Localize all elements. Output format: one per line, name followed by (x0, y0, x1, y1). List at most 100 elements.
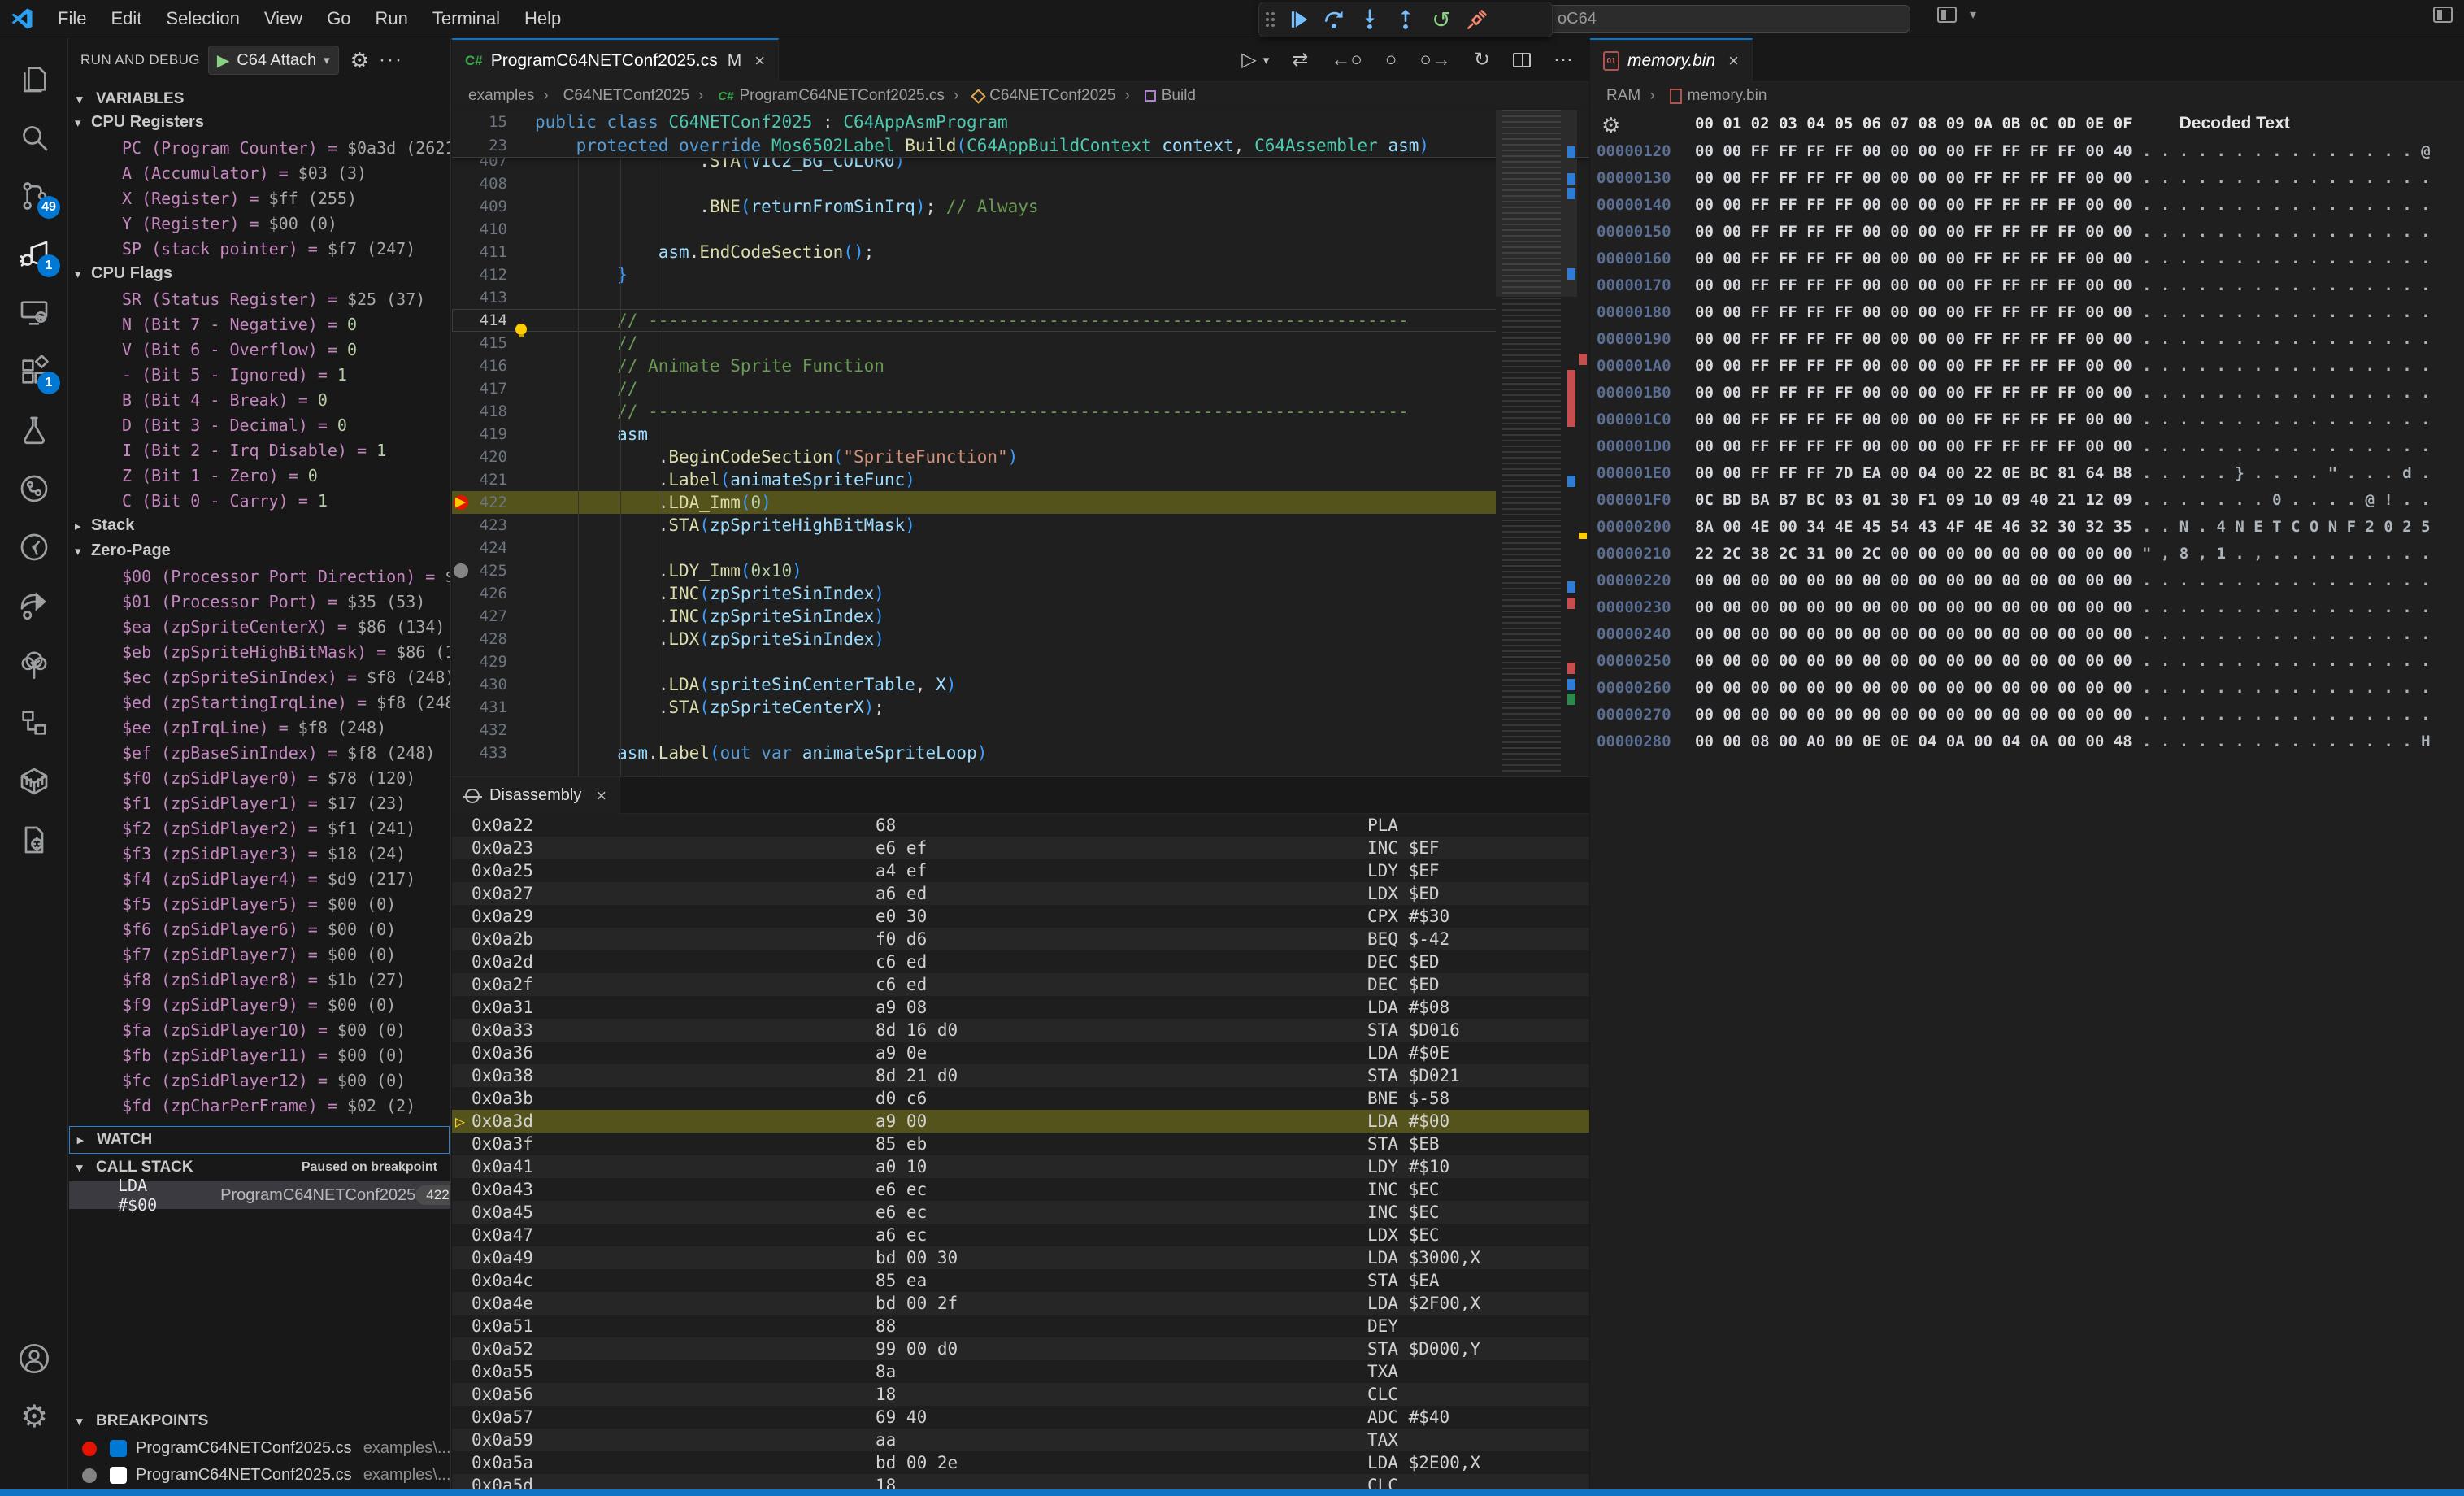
code-line[interactable]: 409 .BNE(returnFromSinIrq); // Always (452, 195, 1589, 218)
disasm-row[interactable]: 0x0a33 8d 16 d0 STA $D016 (452, 1019, 1589, 1042)
code-line[interactable]: 408 (452, 172, 1589, 195)
variable-row[interactable]: ▾ Zero-Page (69, 538, 450, 563)
variable-row[interactable]: $ee (zpIrqLine) = $f8 (248) (69, 715, 450, 740)
variable-row[interactable]: $ec (zpSpriteSinIndex) = $f8 (248) (69, 664, 450, 689)
code-line[interactable]: 433 asm.Label(out var animateSpriteLoop) (452, 741, 1589, 764)
run-dropdown-icon[interactable]: ▾ (1263, 53, 1270, 67)
hex-row[interactable]: 00000170 00 00 FF FF FF FF 00 00 00 00 F… (1590, 272, 2464, 298)
variable-row[interactable]: $fd (zpCharPerFrame) = $02 (2) (69, 1093, 450, 1118)
code-line[interactable]: 418 // ---------------------------------… (452, 400, 1589, 423)
hex-row[interactable]: 00000180 00 00 FF FF FF FF 00 00 00 00 F… (1590, 298, 2464, 325)
variable-row[interactable]: $f8 (zpSidPlayer8) = $1b (27) (69, 967, 450, 992)
disasm-row[interactable]: 0x0a36 a9 0e LDA #$0E (452, 1042, 1589, 1064)
settings-gear-icon[interactable]: ⚙ (0, 1391, 68, 1443)
account-icon[interactable] (0, 1333, 68, 1385)
code-line[interactable]: 417 // (452, 377, 1589, 400)
disasm-row[interactable]: 0x0a56 18 CLC (452, 1383, 1589, 1406)
variable-row[interactable]: Z (Bit 1 - Zero) = 0 (69, 463, 450, 488)
disasm-row[interactable]: 0x0a5d 18 CLC (452, 1474, 1589, 1489)
variable-row[interactable]: $f4 (zpSidPlayer4) = $d9 (217) (69, 866, 450, 891)
minimap[interactable] (1496, 110, 1577, 776)
hex-row[interactable]: 000001C0 00 00 FF FF FF FF 00 00 00 00 F… (1590, 406, 2464, 433)
disasm-row[interactable]: 0x0a59 aa TAX (452, 1429, 1589, 1451)
run-debug-icon[interactable]: 1 (0, 228, 68, 280)
nav-back-circle-icon[interactable]: ←○ (1331, 49, 1362, 72)
hex-row[interactable]: 00000140 00 00 FF FF FF FF 00 00 00 00 F… (1590, 191, 2464, 218)
commit-graph-icon[interactable] (0, 521, 68, 573)
variable-row[interactable]: $f1 (zpSidPlayer1) = $17 (23) (69, 790, 450, 815)
disasm-row[interactable]: 0x0a2d c6 ed DEC $ED (452, 950, 1589, 973)
disasm-row[interactable]: 0x0a4c 85 ea STA $EA (452, 1269, 1589, 1292)
start-debug-icon[interactable]: ▶ (217, 50, 229, 71)
code-line[interactable]: 414 // ---------------------------------… (452, 309, 1589, 332)
container-icon[interactable] (0, 755, 68, 807)
step-over-button[interactable] (1322, 7, 1346, 32)
menu-item[interactable]: Edit (98, 0, 154, 37)
disasm-row[interactable]: 0x0a29 e0 30 CPX #$30 (452, 905, 1589, 928)
code-line[interactable]: 432 (452, 719, 1589, 741)
code-line[interactable]: 415 // (452, 332, 1589, 354)
live-share-icon[interactable] (0, 580, 68, 632)
step-into-button[interactable] (1358, 7, 1382, 32)
hex-row[interactable]: 00000280 00 00 08 00 A0 00 0E 0E 04 0A 0… (1590, 728, 2464, 755)
variable-row[interactable]: SP (stack pointer) = $f7 (247) (69, 236, 450, 261)
hex-row[interactable]: 000001D0 00 00 FF FF FF FF 00 00 00 00 F… (1590, 433, 2464, 459)
disasm-row[interactable]: 0x0a25 a4 ef LDY $EF (452, 859, 1589, 882)
hex-row[interactable]: 000001E0 00 00 FF FF FF 7D EA 00 04 00 2… (1590, 459, 2464, 486)
menu-item[interactable]: View (252, 0, 315, 37)
toolbar-drag-handle[interactable] (1266, 12, 1275, 27)
variables-section-header[interactable]: ▾ VARIABLES (69, 85, 450, 113)
breadcrumb-item[interactable]: ProgramC64NETConf2025.cs (689, 87, 945, 105)
variable-row[interactable]: ▾ CPU Registers (69, 110, 450, 135)
split-editor-icon[interactable] (1513, 53, 1531, 67)
breakpoint-checkbox[interactable] (110, 1440, 127, 1457)
nav-circle-icon[interactable]: ○ (1385, 49, 1397, 72)
disasm-row[interactable]: 0x0a23 e6 ef INC $EF (452, 837, 1589, 859)
restart-button[interactable]: ↺ (1429, 7, 1454, 32)
launch-config-dropdown[interactable]: ▶ C64 Attach ▾ (208, 46, 339, 75)
disasm-row[interactable]: 0x0a2b f0 d6 BEQ $-42 (452, 928, 1589, 950)
code-line[interactable]: 430 .LDA(spriteSinCenterTable, X) (452, 673, 1589, 696)
variable-row[interactable]: V (Bit 6 - Overflow) = 0 (69, 337, 450, 362)
breadcrumb-item[interactable]: C64NETConf2025 (534, 87, 689, 105)
menu-item[interactable]: Selection (154, 0, 252, 37)
variable-row[interactable]: - (Bit 5 - Ignored) = 1 (69, 362, 450, 387)
code-line[interactable]: 423 .STA(zpSpriteHighBitMask) (452, 514, 1589, 537)
compare-icon[interactable]: ⇄ (1292, 48, 1308, 72)
code-line[interactable]: 429 (452, 650, 1589, 673)
todo-tree-icon[interactable] (0, 638, 68, 690)
variable-row[interactable]: $f6 (zpSidPlayer6) = $00 (0) (69, 916, 450, 942)
disasm-row[interactable]: 0x0a38 8d 21 d0 STA $D021 (452, 1064, 1589, 1087)
overview-ruler[interactable] (1577, 110, 1589, 776)
layout-chevron-icon[interactable]: ▾ (1970, 7, 1976, 23)
variable-row[interactable]: A (Accumulator) = $03 (3) (69, 160, 450, 185)
tab-memory-bin[interactable]: 01 memory.bin × (1590, 38, 1753, 82)
hex-row[interactable]: 00000240 00 00 00 00 00 00 00 00 00 00 0… (1590, 620, 2464, 647)
disasm-row[interactable]: 0x0a31 a9 08 LDA #$08 (452, 996, 1589, 1019)
disasm-row[interactable]: 0x0a4e bd 00 2f LDA $2F00,X (452, 1292, 1589, 1315)
breakpoint-checkbox[interactable] (110, 1467, 127, 1484)
step-out-button[interactable] (1393, 7, 1418, 32)
menu-item[interactable]: File (46, 0, 98, 37)
code-line[interactable]: 416 // Animate Sprite Function (452, 354, 1589, 377)
breadcrumb-item[interactable]: examples (468, 87, 534, 105)
customize-layout-icon[interactable] (1937, 7, 1957, 23)
call-stack-frame[interactable]: LDA #$00 ProgramC64NETConf2025 422 (69, 1181, 450, 1209)
disasm-row[interactable]: 0x0a41 a0 10 LDY #$10 (452, 1155, 1589, 1178)
disasm-row[interactable]: 0x0a52 99 00 d0 STA $D000,Y (452, 1337, 1589, 1360)
disasm-row[interactable]: 0x0a49 bd 00 30 LDA $3000,X (452, 1246, 1589, 1269)
tab-disassembly[interactable]: Disassembly × (452, 777, 620, 814)
disasm-row[interactable]: 0x0a2f c6 ed DEC $ED (452, 973, 1589, 996)
variable-row[interactable]: $f7 (zpSidPlayer7) = $00 (0) (69, 942, 450, 967)
variable-row[interactable]: SR (Status Register) = $25 (37) (69, 286, 450, 311)
disasm-row[interactable]: 0x0a5a bd 00 2e LDA $2E00,X (452, 1451, 1589, 1474)
status-bar[interactable] (0, 1489, 2464, 1496)
hex-row[interactable]: 00000270 00 00 00 00 00 00 00 00 00 00 0… (1590, 701, 2464, 728)
code-line[interactable]: 426 .INC(zpSpriteSinIndex) (452, 582, 1589, 605)
hex-row[interactable]: 00000150 00 00 FF FF FF FF 00 00 00 00 F… (1590, 218, 2464, 245)
continue-button[interactable] (1286, 7, 1310, 32)
variable-row[interactable]: ▾ CPU Flags (69, 261, 450, 286)
panel-layout-icon[interactable] (2433, 7, 2453, 23)
variable-row[interactable]: D (Bit 3 - Decimal) = 0 (69, 412, 450, 437)
extensions-icon[interactable]: 1 (0, 346, 68, 398)
